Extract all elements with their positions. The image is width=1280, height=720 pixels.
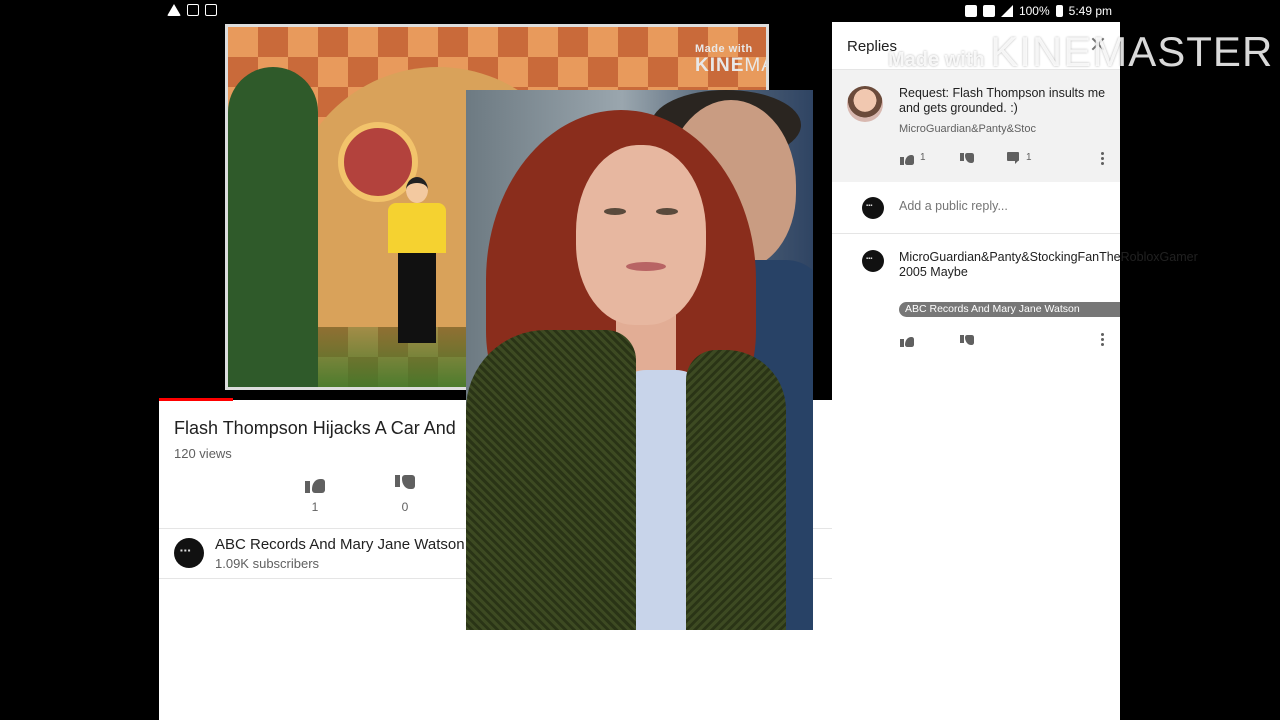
video-scene-character-body [388, 203, 446, 253]
more-options-icon[interactable] [1100, 152, 1104, 166]
dislike-button[interactable]: 0 [385, 474, 425, 514]
overlay-photo [466, 90, 813, 630]
thumb-up-icon [305, 474, 325, 494]
video-progress-bar[interactable] [159, 398, 233, 401]
status-notifications [167, 4, 217, 16]
comment-author[interactable]: MicroGuardian&Panty&Stoc [899, 123, 1036, 135]
avatar[interactable] [862, 250, 884, 272]
thumb-up-icon [900, 332, 914, 347]
mute-icon [964, 5, 977, 17]
reply-input[interactable] [899, 199, 1099, 213]
like-count: 1 [311, 500, 319, 514]
parent-comment: Request: Flash Thompson insults me and g… [832, 70, 1120, 182]
video-scene-tree [228, 67, 318, 387]
photo-woman-lips [626, 262, 666, 271]
channel-subscribers: 1.09K subscribers [215, 556, 320, 571]
avatar[interactable] [847, 86, 883, 122]
reply-author-tag[interactable]: ABC Records And Mary Jane Watson [899, 302, 1120, 317]
status-system: 100% 5:49 pm [964, 4, 1112, 18]
photo-woman-sweater-left [466, 330, 636, 630]
reply-text: MicroGuardian&Panty&StockingFanTheRoblox… [899, 250, 1198, 279]
wifi-icon [982, 5, 995, 17]
watermark-large: Made with KINEMASTER [888, 28, 1274, 75]
photo-woman-eye-right [656, 208, 678, 215]
video-scene-character-legs [398, 253, 436, 343]
comment-like-button[interactable]: 1 [900, 150, 926, 165]
thumb-down-icon [960, 334, 974, 348]
replies-panel: Replies Request: Flash Thompson insults … [832, 22, 1198, 720]
status-time: 5:49 pm [1068, 4, 1112, 18]
warning-icon [167, 4, 181, 16]
like-button[interactable]: 1 [295, 474, 335, 514]
battery-level: 100% [1018, 4, 1050, 18]
more-options-icon[interactable] [1100, 333, 1104, 347]
thumb-down-icon [960, 152, 974, 166]
photo-woman-eye-left [604, 208, 626, 215]
reply-dislike-button[interactable] [960, 334, 974, 348]
reply-like-button[interactable] [900, 332, 914, 347]
comment-text: Request: Flash Thompson insults me and g… [899, 86, 1106, 115]
comment-dislike-button[interactable] [960, 152, 974, 166]
clipboard-icon [187, 4, 199, 16]
photo-woman-face [576, 145, 706, 325]
comment-reply-count: 1 [1026, 151, 1032, 163]
video-title: Flash Thompson Hijacks A Car And [174, 418, 456, 438]
comment-reply-button[interactable]: 1 [1006, 150, 1032, 164]
video-views: 120 views [174, 446, 232, 461]
signal-icon [1000, 5, 1013, 17]
add-reply-row [832, 182, 1120, 234]
avatar [862, 197, 884, 219]
thumb-up-icon [900, 150, 914, 165]
comment-icon [1006, 150, 1020, 164]
video-scene-character-head [406, 177, 428, 203]
sim-icon [205, 4, 217, 16]
watermark-small: Made with KINEMASTER [695, 43, 766, 76]
photo-woman-sweater-right [686, 350, 786, 630]
thumb-down-icon [395, 474, 415, 494]
status-bar: 100% 5:49 pm [159, 0, 1120, 22]
battery-icon [1055, 5, 1063, 17]
comment-like-count: 1 [920, 151, 926, 163]
dislike-count: 0 [401, 500, 409, 514]
channel-avatar[interactable] [174, 538, 204, 568]
channel-name[interactable]: ABC Records And Mary Jane Watson [215, 536, 465, 553]
